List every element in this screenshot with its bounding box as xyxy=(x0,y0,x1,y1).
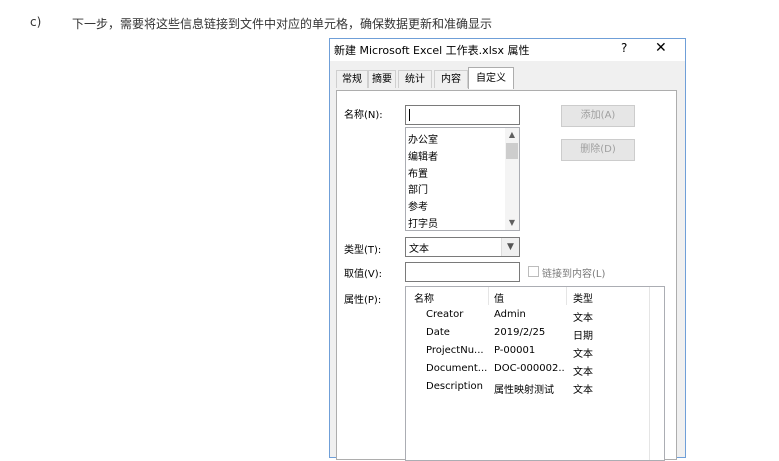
table-cell-type[interactable]: 文本 xyxy=(573,363,593,378)
table-cell-type[interactable]: 文本 xyxy=(573,345,593,360)
instruction-text: 下一步，需要将这些信息链接到文件中对应的单元格，确保数据更新和准确显示 xyxy=(72,17,493,31)
table-cell-value[interactable]: DOC-000002... xyxy=(494,363,564,374)
title-bar: 新建 Microsoft Excel 工作表.xlsx 属性 ? ✕ xyxy=(330,39,685,61)
dialog-title: 新建 Microsoft Excel 工作表.xlsx 属性 xyxy=(334,44,530,57)
scroll-down-icon[interactable]: ▼ xyxy=(505,216,519,230)
chevron-down-icon[interactable]: ▼ xyxy=(501,238,519,256)
name-label: 名称(N): xyxy=(344,110,383,121)
table-cell-name[interactable]: Document... xyxy=(426,363,488,374)
table-cell-name[interactable]: ProjectNu... xyxy=(426,345,488,356)
column-divider xyxy=(566,287,567,305)
add-button[interactable]: 添加(A) xyxy=(561,105,635,127)
table-cell-name[interactable]: Creator xyxy=(426,309,488,320)
properties-list[interactable]: 名称 值 类型 Creator Admin 文本 Date 2019/2/25 … xyxy=(405,286,665,461)
text-caret xyxy=(409,109,410,121)
tab-statistics[interactable]: 统计 xyxy=(398,70,432,88)
help-button[interactable]: ? xyxy=(621,41,627,55)
list-item[interactable]: 办公室 xyxy=(408,133,438,150)
table-cell-value[interactable]: P-00001 xyxy=(494,345,564,356)
name-options-items: 办公室 编辑者 布置 部门 参考 打字员 xyxy=(408,133,438,234)
close-icon[interactable]: ✕ xyxy=(655,40,667,56)
tab-contents[interactable]: 内容 xyxy=(434,70,468,88)
list-item[interactable]: 布置 xyxy=(408,167,438,184)
link-to-content-label[interactable]: 链接到内容(L) xyxy=(542,265,605,280)
list-item[interactable]: 参考 xyxy=(408,200,438,217)
table-cell-value[interactable]: 2019/2/25 xyxy=(494,327,564,338)
table-cell-value[interactable]: 属性映射测试 xyxy=(494,381,564,396)
column-header-value[interactable]: 值 xyxy=(494,290,504,305)
delete-button[interactable]: 删除(D) xyxy=(561,139,635,161)
table-cell-type[interactable]: 日期 xyxy=(573,327,593,342)
table-cell-name[interactable]: Date xyxy=(426,327,488,338)
table-cell-type[interactable]: 文本 xyxy=(573,309,593,324)
name-options-list[interactable]: 办公室 编辑者 布置 部门 参考 打字员 ▲ ▼ xyxy=(405,127,520,231)
custom-tab-panel: 名称(N): 办公室 编辑者 布置 部门 参考 打字员 ▲ ▼ 添加(A) 删除… xyxy=(336,90,677,461)
scroll-thumb[interactable] xyxy=(506,143,518,159)
step-marker: c) xyxy=(30,15,42,29)
properties-scrollbar[interactable] xyxy=(649,287,664,460)
list-item[interactable]: 部门 xyxy=(408,183,438,200)
link-to-content-checkbox[interactable] xyxy=(528,266,539,277)
table-cell-value[interactable]: Admin xyxy=(494,309,564,320)
list-item[interactable]: 编辑者 xyxy=(408,150,438,167)
type-select[interactable]: 文本 ▼ xyxy=(405,237,520,257)
scroll-up-icon[interactable]: ▲ xyxy=(505,128,519,142)
table-cell-name[interactable]: Description xyxy=(426,381,488,392)
value-input[interactable] xyxy=(405,262,520,282)
properties-dialog: 新建 Microsoft Excel 工作表.xlsx 属性 ? ✕ 常规 摘要… xyxy=(329,38,686,461)
column-header-type[interactable]: 类型 xyxy=(573,290,593,305)
column-divider xyxy=(488,287,489,305)
tab-summary[interactable]: 摘要 xyxy=(368,70,396,88)
column-header-name[interactable]: 名称 xyxy=(414,290,434,305)
name-input[interactable] xyxy=(405,105,520,125)
type-select-value: 文本 xyxy=(409,244,429,255)
table-cell-type[interactable]: 文本 xyxy=(573,381,593,396)
tab-custom[interactable]: 自定义 xyxy=(468,67,514,89)
properties-label: 属性(P): xyxy=(344,295,382,306)
tab-general[interactable]: 常规 xyxy=(336,70,368,88)
type-label: 类型(T): xyxy=(344,245,382,256)
list-scrollbar[interactable]: ▲ ▼ xyxy=(505,128,519,230)
list-item[interactable]: 打字员 xyxy=(408,217,438,234)
value-label: 取值(V): xyxy=(344,269,383,280)
